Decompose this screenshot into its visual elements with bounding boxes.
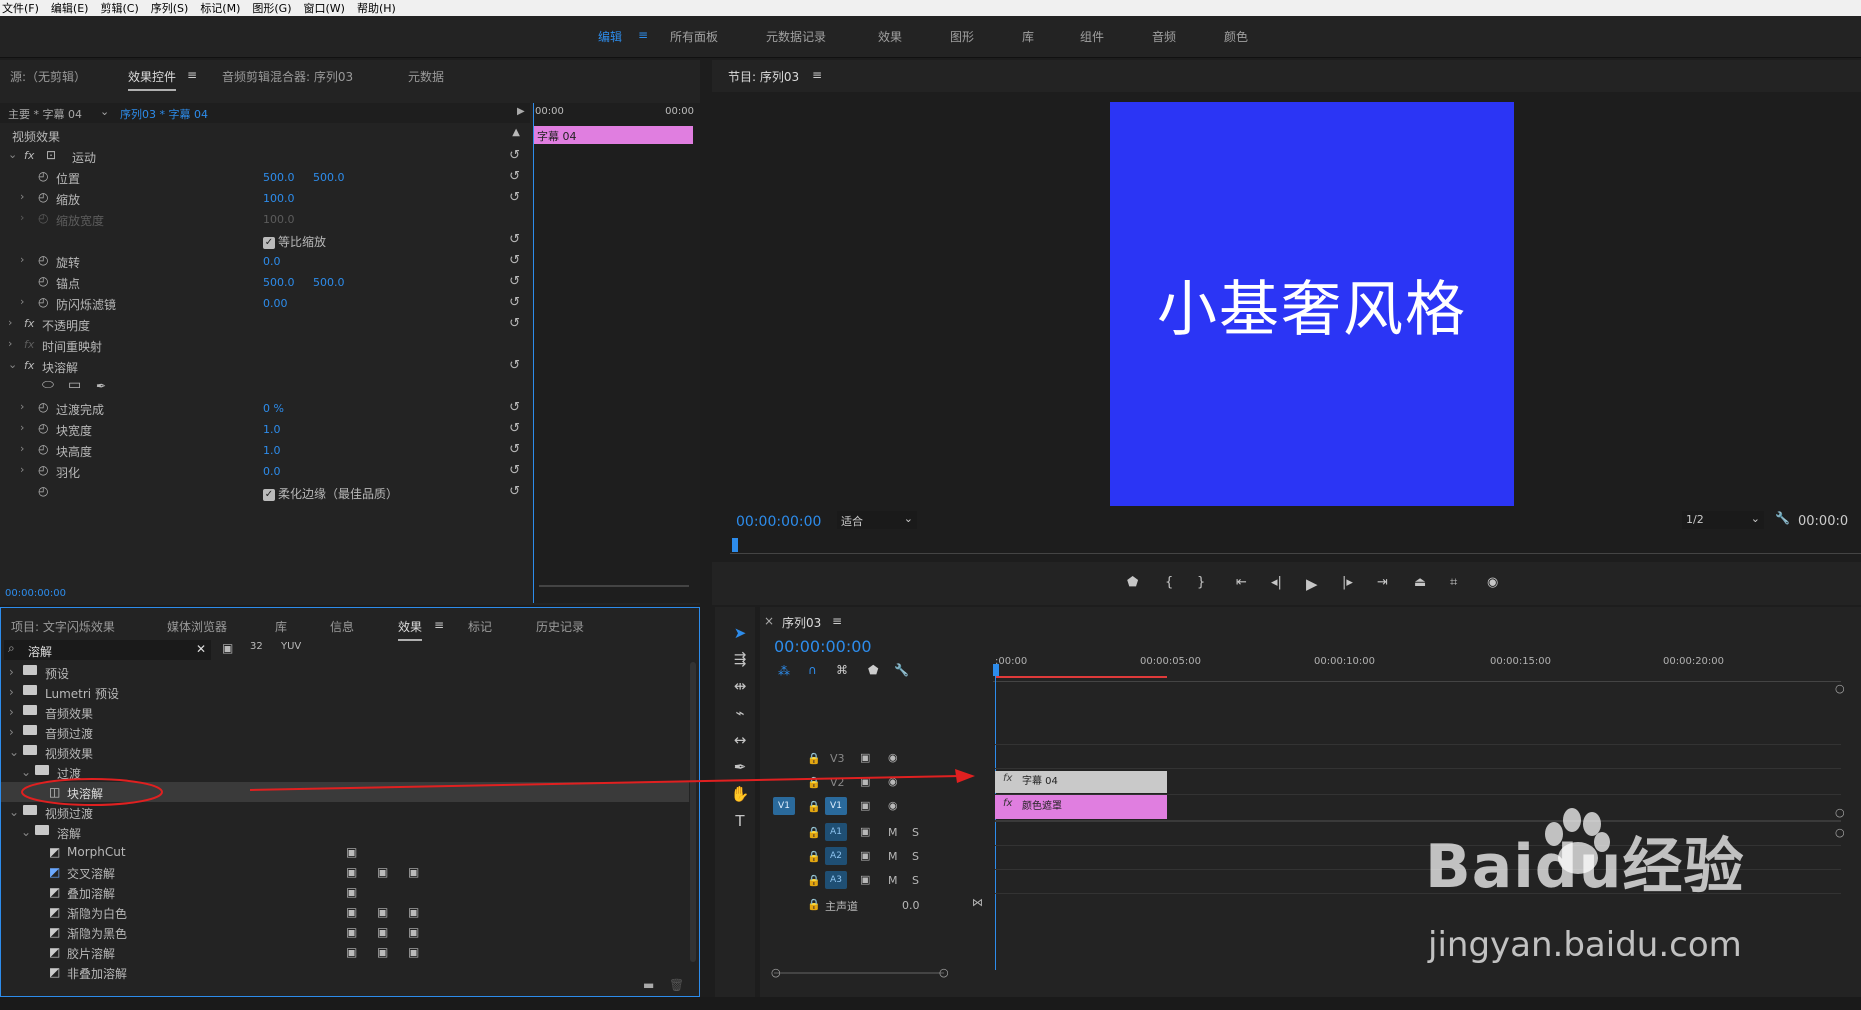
highlight-ellipse: [21, 778, 163, 806]
annotation-arrow-line: [249, 775, 961, 791]
watermark-url: jingyan.baidu.com: [1428, 925, 1742, 965]
status-bar: [0, 997, 1861, 1010]
annotation-arrow-head: [955, 769, 975, 783]
watermark-paw-icon: [1540, 808, 1610, 878]
